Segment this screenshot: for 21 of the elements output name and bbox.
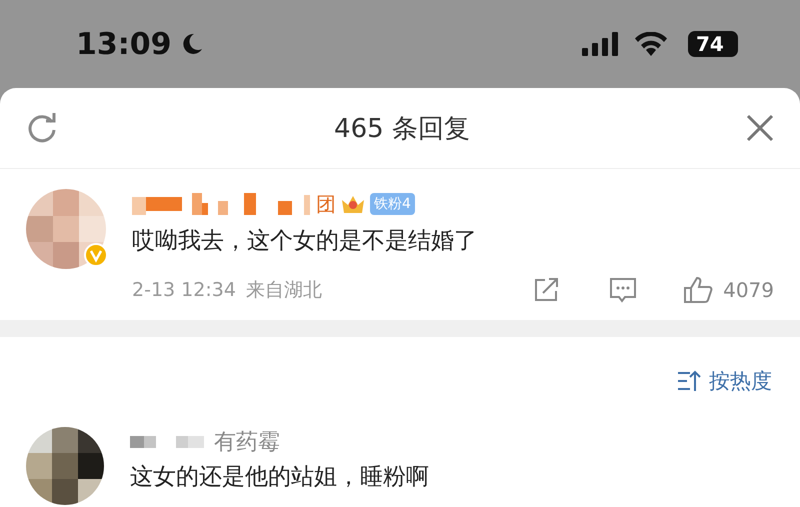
- sort-button[interactable]: 按热度: [677, 367, 772, 395]
- status-time: 13:09: [76, 26, 172, 62]
- reply-text: 这女的还是他的站姐，睡粉啊: [130, 463, 430, 492]
- sort-icon: [677, 370, 701, 392]
- comment-icon[interactable]: [609, 277, 638, 303]
- close-icon[interactable]: [746, 114, 774, 142]
- sheet-title: 465 条回复: [333, 112, 471, 146]
- like-icon[interactable]: [683, 276, 714, 304]
- fan-level-badge: 铁粉4: [370, 193, 415, 215]
- like-count: 4079: [723, 278, 774, 302]
- signal-icon: [582, 32, 618, 56]
- battery-icon: 74: [688, 31, 738, 57]
- username[interactable]: 有药霉: [214, 427, 280, 457]
- username[interactable]: 团: [316, 190, 336, 218]
- refresh-icon[interactable]: [26, 112, 58, 144]
- comment-date: 2-13 12:34: [132, 279, 236, 301]
- comment-location: 来自湖北: [246, 278, 322, 303]
- share-icon[interactable]: [533, 277, 560, 303]
- avatar[interactable]: [26, 427, 104, 505]
- wifi-icon: [634, 32, 668, 56]
- comment-text: 哎呦我去，这个女的是不是结婚了: [132, 227, 478, 256]
